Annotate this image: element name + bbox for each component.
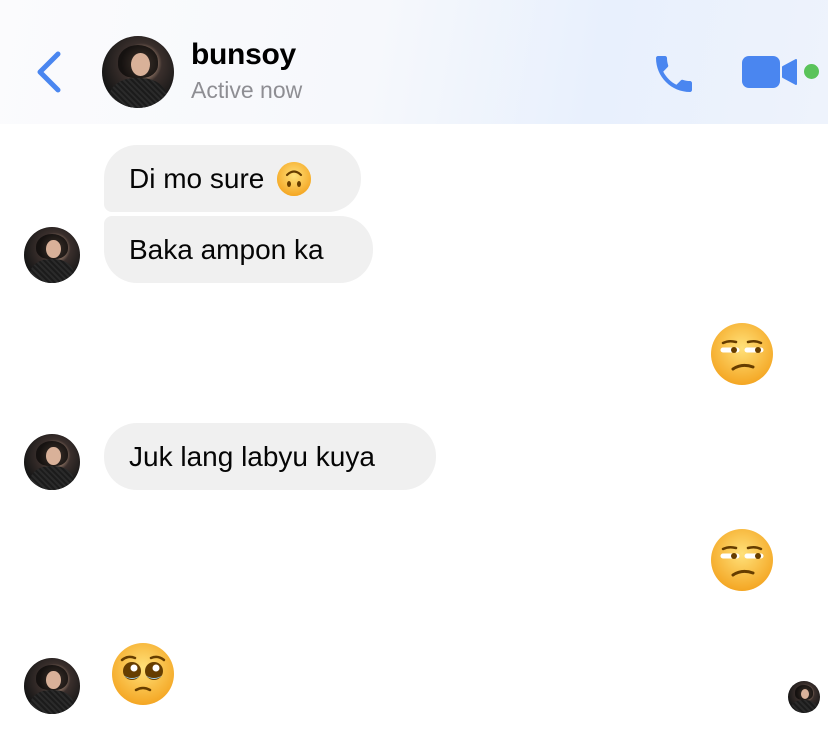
sender-avatar[interactable] <box>24 658 80 714</box>
message-bubble-1[interactable]: Di mo sure <box>104 145 361 212</box>
unamused-face-emoji-icon[interactable] <box>709 527 775 593</box>
message-bubble-2[interactable]: Baka ampon ka <box>104 216 373 283</box>
read-receipt-avatar <box>788 681 820 713</box>
video-camera-icon[interactable] <box>742 54 798 90</box>
online-indicator <box>804 64 819 79</box>
message-text: Di mo sure <box>129 162 265 194</box>
message-bubble-3[interactable]: Juk lang labyu kuya <box>104 423 436 490</box>
sender-avatar[interactable] <box>24 434 80 490</box>
contact-name[interactable]: bunsoy <box>191 38 296 72</box>
chat-header: bunsoy Active now <box>0 0 828 124</box>
active-status: Active now <box>191 77 303 103</box>
upside-down-face-emoji-icon <box>277 161 312 196</box>
unamused-face-emoji-icon[interactable] <box>709 321 775 387</box>
chevron-left-icon[interactable] <box>34 50 64 94</box>
sender-avatar[interactable] <box>24 227 80 283</box>
message-text: Baka ampon ka <box>129 233 324 265</box>
message-text: Juk lang labyu kuya <box>129 440 375 472</box>
face-holding-back-tears-emoji-icon[interactable] <box>110 641 176 707</box>
phone-icon[interactable] <box>650 50 698 98</box>
contact-avatar[interactable] <box>102 36 174 108</box>
